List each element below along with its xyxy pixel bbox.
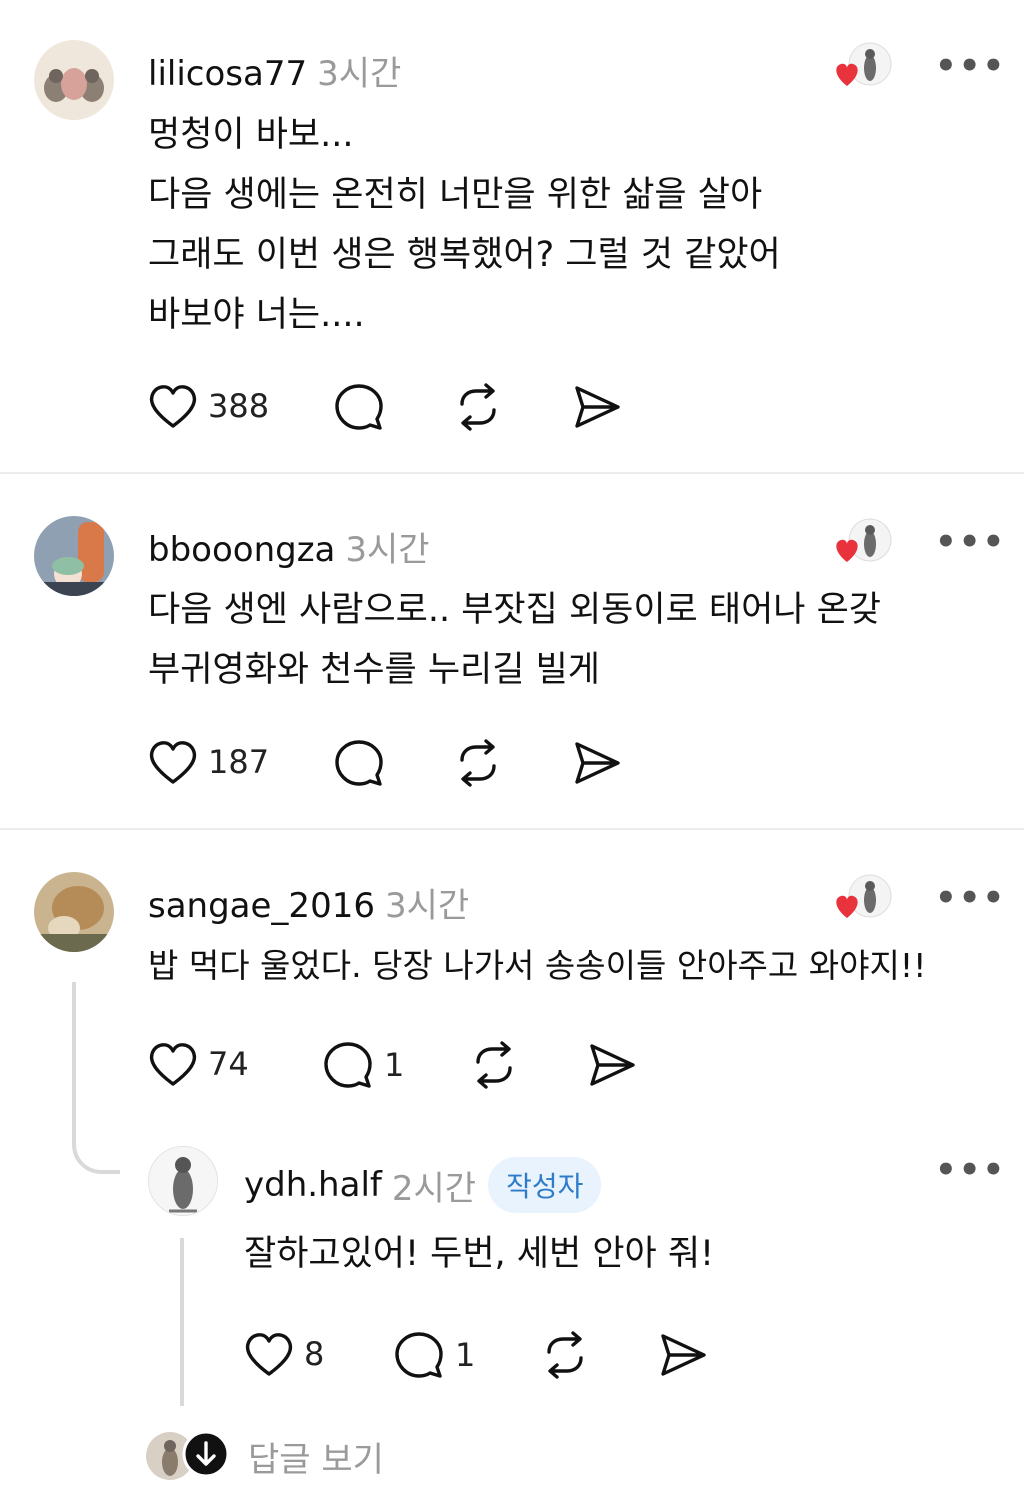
- share-icon: [657, 1330, 709, 1380]
- comment-icon: [322, 1040, 374, 1090]
- repost-icon: [539, 1330, 591, 1380]
- repost-button[interactable]: [468, 1040, 520, 1090]
- more-icon[interactable]: •••: [935, 878, 1006, 918]
- repost-icon: [452, 738, 504, 788]
- author-liked-indicator: [832, 874, 894, 926]
- comment-icon: [393, 1330, 445, 1380]
- author-liked-indicator: [832, 42, 894, 94]
- comment-button[interactable]: 1: [393, 1330, 475, 1380]
- share-button[interactable]: [571, 738, 623, 788]
- comment-text-line: 밥 먹다 울었다. 당장 나가서 송송이들 안아주고 와야지!!: [148, 946, 927, 985]
- avatar[interactable]: [34, 872, 114, 952]
- more-icon[interactable]: •••: [935, 46, 1006, 86]
- like-count: 187: [208, 743, 270, 781]
- comment-button[interactable]: [333, 382, 385, 432]
- comment-icon: [333, 738, 385, 788]
- like-button[interactable]: 74: [148, 1040, 249, 1088]
- comment-button[interactable]: 1: [322, 1040, 404, 1090]
- divider: [0, 472, 1024, 474]
- thread-connector-curve: [72, 1120, 122, 1184]
- like-count: 388: [208, 387, 270, 425]
- username[interactable]: lilicosa77: [148, 54, 307, 94]
- thread-connector: [180, 1238, 184, 1406]
- comment-icon: [333, 382, 385, 432]
- reply-count: 1: [455, 1336, 476, 1374]
- share-icon: [571, 382, 623, 432]
- author-liked-indicator: [832, 518, 894, 570]
- repost-icon: [452, 382, 504, 432]
- like-heart-icon: [244, 1330, 294, 1378]
- share-icon: [586, 1040, 638, 1090]
- like-count: 8: [304, 1335, 325, 1373]
- repost-button[interactable]: [452, 738, 504, 788]
- like-count: 74: [208, 1045, 249, 1083]
- comment-button[interactable]: [333, 738, 385, 788]
- view-replies-label: 답글 보기: [248, 1439, 384, 1480]
- like-heart-icon: [148, 382, 198, 430]
- share-button[interactable]: [657, 1330, 709, 1380]
- timestamp: 3시간: [345, 530, 430, 570]
- comment-text-line: 다음 생엔 사람으로.. 부잣집 외동이로 태어나 온갖: [148, 590, 882, 630]
- like-button[interactable]: 388: [148, 382, 269, 430]
- more-icon[interactable]: •••: [935, 1150, 1006, 1190]
- like-heart-icon: [148, 1040, 198, 1088]
- repost-icon: [468, 1040, 520, 1090]
- reply-count: 1: [384, 1046, 405, 1084]
- timestamp: 3시간: [317, 54, 402, 94]
- repost-button[interactable]: [452, 382, 504, 432]
- author-liked-heart-icon: [836, 539, 858, 562]
- divider: [0, 828, 1024, 830]
- author-liked-heart-icon: [836, 63, 858, 86]
- view-replies-button[interactable]: 답글 보기: [146, 1430, 384, 1482]
- like-button[interactable]: 8: [244, 1330, 324, 1378]
- avatar[interactable]: [34, 516, 114, 596]
- author-badge: 작성자: [488, 1157, 602, 1213]
- like-heart-icon: [148, 738, 198, 786]
- share-icon: [571, 738, 623, 788]
- author-liked-heart-icon: [836, 895, 858, 918]
- comment-text-line: 부귀영화와 천수를 누리길 빌게: [148, 650, 600, 690]
- comment-text-line: 멍청이 바보...: [148, 115, 354, 155]
- repost-button[interactable]: [539, 1330, 591, 1380]
- timestamp: 2시간: [391, 1168, 477, 1209]
- comment-text-line: 바보야 너는....: [148, 295, 365, 335]
- like-button[interactable]: 187: [148, 738, 269, 786]
- expand-down-icon: [182, 1430, 230, 1482]
- avatar[interactable]: [34, 40, 114, 120]
- comment-text-line: 다음 생에는 온전히 너만을 위한 삶을 살아: [148, 175, 763, 215]
- more-icon[interactable]: •••: [935, 522, 1006, 562]
- avatar[interactable]: [148, 1146, 218, 1216]
- username[interactable]: bbooongza: [148, 530, 335, 570]
- share-button[interactable]: [586, 1040, 638, 1090]
- thread-connector: [72, 982, 76, 1132]
- comment-text-line: 그래도 이번 생은 행복했어? 그럴 것 같았어: [148, 235, 781, 275]
- share-button[interactable]: [571, 382, 623, 432]
- timestamp: 3시간: [384, 886, 470, 926]
- reply-text: 잘하고있어! 두번, 세번 안아 줘!: [244, 1234, 715, 1274]
- username[interactable]: ydh.half: [244, 1165, 382, 1205]
- username[interactable]: sangae_2016: [148, 886, 375, 926]
